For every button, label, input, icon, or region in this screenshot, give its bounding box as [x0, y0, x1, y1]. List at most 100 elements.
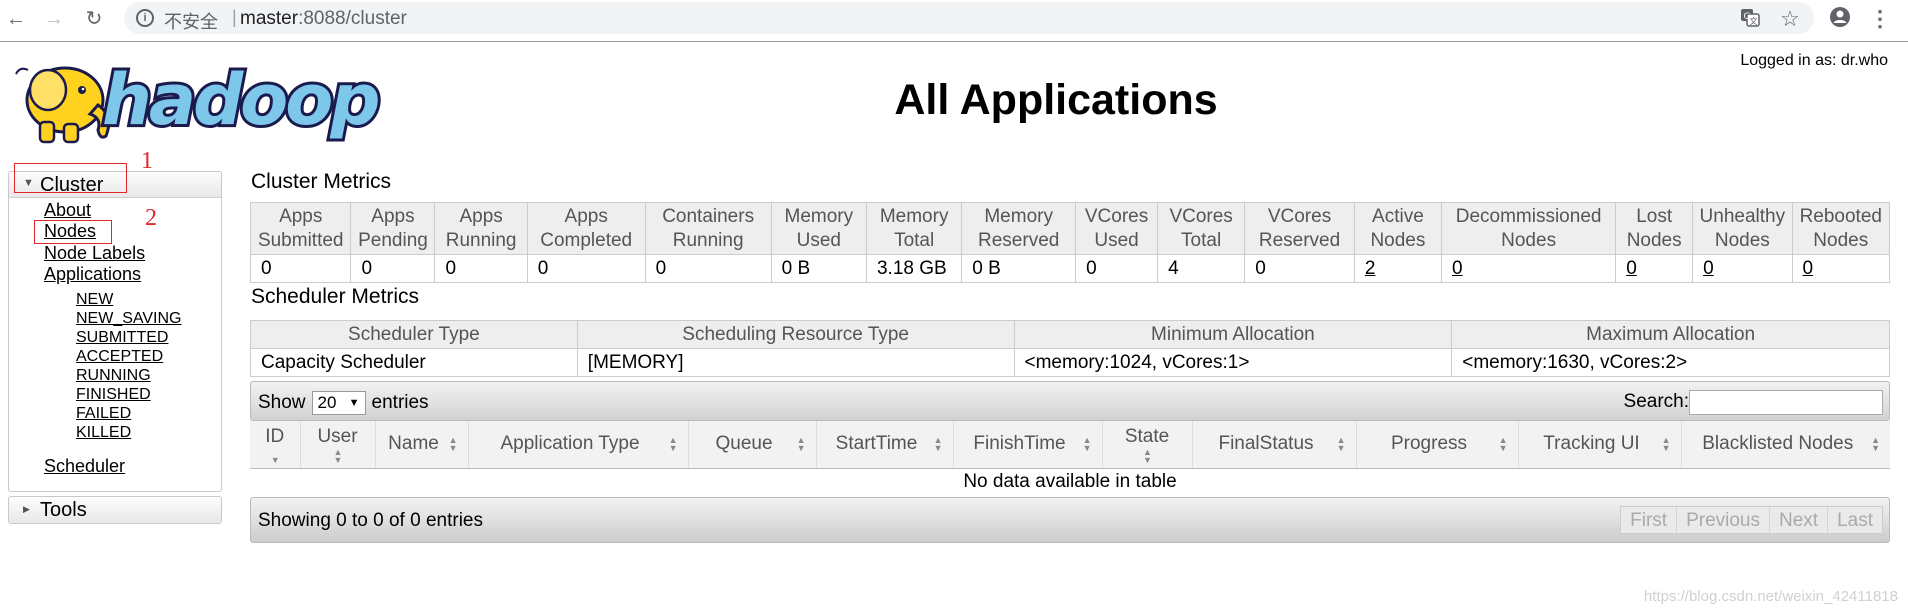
sort-both-icon: ▲ ▼	[1336, 435, 1346, 453]
pager-last-button[interactable]: Last	[1828, 507, 1882, 533]
metric-value-link[interactable]: 0	[1803, 258, 1814, 279]
pager-next-button[interactable]: Next	[1770, 507, 1829, 533]
back-icon[interactable]: ←	[2, 5, 30, 33]
nav-applications[interactable]: Applications	[44, 264, 141, 285]
scheduler-value: <memory:1024, vCores:1>	[1013, 348, 1453, 377]
metric-header-line: Total	[1181, 229, 1222, 251]
nav-app-new[interactable]: NEW	[76, 291, 113, 309]
forward-icon[interactable]: →	[40, 5, 68, 33]
metric-value: 0 B	[961, 254, 1077, 283]
empty-row: No data available in table	[250, 468, 1890, 495]
metric-value: 3.18 GB	[865, 254, 963, 283]
bookmark-star-icon[interactable]: ☆	[1776, 5, 1804, 33]
address-bar[interactable]: i 不安全 | master:8088/cluster	[124, 2, 1814, 34]
scheduler-metrics-title: Scheduler Metrics	[251, 285, 420, 308]
watermark: https://blog.csdn.net/weixin_42411818	[1643, 588, 1898, 605]
pager-first-button[interactable]: First	[1621, 507, 1678, 533]
metric-value: 4	[1157, 254, 1246, 283]
cluster-metrics-table: Apps Submitted Apps Pending Apps Running Apps C…	[249, 202, 1891, 283]
metric-header-line: Apps	[279, 205, 323, 227]
metric-header: Memory Used	[770, 202, 867, 255]
column-header[interactable]: Tracking UI ▲ ▼	[1518, 421, 1682, 469]
tools-panel[interactable]: ▶ Tools	[8, 496, 222, 524]
address-separator: |	[232, 7, 237, 27]
url-text[interactable]: master:8088/cluster	[240, 8, 407, 30]
metric-header-line: Running	[672, 229, 744, 251]
annotation-number-2: 2	[145, 205, 157, 231]
search-input[interactable]	[1689, 390, 1883, 415]
metric-header: Apps Running	[434, 202, 528, 255]
metric-header-line: Memory	[784, 205, 854, 227]
apps-table-footer: Showing 0 to 0 of 0 entries First Previo…	[250, 497, 1890, 543]
column-header[interactable]: FinishTime ▲ ▼	[953, 421, 1103, 469]
sort-both-icon: ▲ ▼	[1661, 435, 1671, 453]
column-header[interactable]: ID ▼	[250, 421, 301, 469]
metric-header-line: Reserved	[1258, 229, 1341, 251]
metric-header-line: Nodes	[1370, 229, 1426, 251]
sort-both-icon: ▲ ▼	[1082, 435, 1092, 453]
metric-header: Containers Running	[644, 202, 772, 255]
metric-value: 0	[526, 254, 646, 283]
nav-app-submitted[interactable]: SUBMITTED	[76, 329, 168, 347]
account-icon[interactable]	[1826, 6, 1854, 34]
metric-value-link[interactable]: 0	[1452, 258, 1463, 279]
browser-toolbar: ← → ↻ i 不安全 | master:8088/cluster G文 ☆ ⋮	[0, 0, 1908, 42]
metric-value-link[interactable]: 2	[1365, 258, 1376, 279]
sort-desc-icon: ▼	[270, 454, 280, 465]
tools-panel-label: Tools	[40, 499, 87, 521]
metric-header: Rebooted Nodes	[1791, 202, 1891, 255]
column-header[interactable]: Application Type ▲ ▼	[468, 421, 689, 469]
metric-header-line: Running	[445, 229, 517, 251]
column-header[interactable]: StartTime ▲ ▼	[816, 421, 954, 469]
metric-value-link[interactable]: 0	[1703, 258, 1714, 279]
metric-header-line: VCores	[1267, 205, 1332, 227]
url-path: :8088/cluster	[298, 8, 407, 29]
column-header[interactable]: Name ▲ ▼	[375, 421, 469, 469]
scheduler-value: <memory:1630, vCores:2>	[1451, 348, 1890, 377]
nav-app-running[interactable]: RUNNING	[76, 367, 151, 385]
column-header-label: Queue	[715, 433, 773, 455]
metric-header-line: Apps	[459, 205, 503, 227]
column-header[interactable]: FinalStatus ▲ ▼	[1192, 421, 1357, 469]
nav-app-finished[interactable]: FINISHED	[76, 386, 151, 404]
metric-header-line: VCores	[1084, 205, 1149, 227]
column-header[interactable]: State ▲ ▼	[1102, 421, 1193, 469]
nav-about[interactable]: About	[44, 200, 91, 221]
hadoop-logo[interactable]: hadoop hadoop	[10, 50, 386, 146]
info-icon[interactable]: i	[136, 9, 154, 27]
page-length-control: Show 20 ▼ entries	[258, 391, 429, 415]
nav-app-failed[interactable]: FAILED	[76, 405, 131, 423]
column-header[interactable]: Progress ▲ ▼	[1356, 421, 1519, 469]
column-header[interactable]: Queue ▲ ▼	[688, 421, 817, 469]
nav-app-new-saving[interactable]: NEW_SAVING	[76, 310, 182, 328]
svg-text:文: 文	[1750, 16, 1758, 26]
metric-header-line: Used	[796, 229, 841, 251]
metric-header: VCores Total	[1157, 202, 1246, 255]
metric-header-line: Nodes	[1501, 229, 1557, 251]
metric-header: Apps Pending	[350, 202, 436, 255]
metric-value: 0	[1244, 254, 1355, 283]
nav-scheduler[interactable]: Scheduler	[44, 456, 125, 477]
scheduler-header: Scheduler Type	[250, 320, 578, 349]
column-header[interactable]: Blacklisted Nodes ▲ ▼	[1681, 421, 1890, 469]
pager-previous-button[interactable]: Previous	[1677, 507, 1770, 533]
menu-kebab-icon[interactable]: ⋮	[1866, 5, 1894, 33]
metric-header: Lost Nodes	[1615, 202, 1694, 255]
metric-value-link[interactable]: 0	[1626, 258, 1637, 279]
translate-icon[interactable]: G文	[1736, 6, 1764, 34]
metric-header-line: Nodes	[1714, 229, 1770, 251]
column-header[interactable]: User ▲ ▼	[300, 421, 376, 469]
sort-both-icon: ▲ ▼	[448, 435, 458, 453]
reload-icon[interactable]: ↻	[80, 5, 108, 33]
annotation-box-2	[34, 220, 112, 244]
table-info: Showing 0 to 0 of 0 entries	[258, 510, 483, 531]
sort-both-icon: ▲ ▼	[1143, 446, 1152, 465]
nav-app-killed[interactable]: KILLED	[76, 424, 131, 442]
metric-value: 0	[249, 254, 352, 283]
tools-panel-header[interactable]: ▶ Tools	[9, 497, 221, 523]
page-length-select[interactable]: 20 ▼	[311, 391, 366, 415]
nav-app-accepted[interactable]: ACCEPTED	[76, 348, 163, 366]
nav-node-labels[interactable]: Node Labels	[44, 243, 145, 264]
metric-header: VCores Used	[1075, 202, 1159, 255]
logo-wordmark: hadoop	[102, 59, 378, 141]
